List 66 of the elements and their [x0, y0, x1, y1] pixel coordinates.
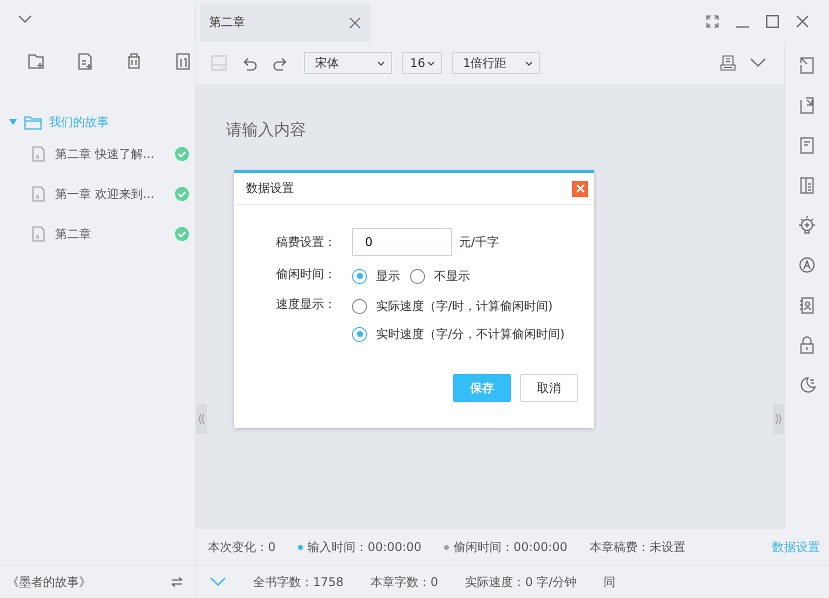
radio-button[interactable]: [352, 326, 367, 342]
unit-label: 元/千字: [459, 234, 500, 250]
lock-icon[interactable]: [798, 336, 816, 354]
document-icon: [32, 226, 45, 242]
dialog-title: 数据设置: [246, 180, 294, 197]
cancel-button[interactable]: 取消: [520, 374, 578, 402]
import-icon[interactable]: [798, 96, 816, 114]
new-file-icon[interactable]: [76, 52, 94, 70]
close-icon: [576, 184, 584, 193]
chevron-down-icon[interactable]: [17, 14, 33, 24]
undo-icon[interactable]: [242, 55, 258, 71]
maximize-icon[interactable]: [766, 14, 779, 28]
new-folder-icon[interactable]: [27, 52, 45, 70]
folder-label: 我们的故事: [49, 114, 109, 130]
radio-option[interactable]: 显示: [352, 266, 400, 286]
spacing-dropdown[interactable]: 1倍行距: [452, 52, 540, 74]
outline-icon[interactable]: [798, 176, 816, 194]
fullscreen-icon[interactable]: [706, 14, 719, 28]
redo-icon[interactable]: [272, 55, 288, 71]
night-mode-icon[interactable]: [798, 376, 816, 394]
fee-input[interactable]: 0: [352, 228, 452, 256]
trash-icon[interactable]: [125, 52, 143, 70]
close-button[interactable]: [572, 180, 588, 196]
status-text: 偷闲时间：00:00:00: [454, 538, 568, 556]
caret-icon: [427, 60, 435, 66]
document-icon: [32, 146, 45, 162]
radio-option[interactable]: 不显示: [410, 266, 470, 286]
editor-area[interactable]: 请输入内容 数据设置 稿费设置： 0 元/千字 偷闲时间： 显示 不显示 速度显示： 实际速度（字/时，计算偷闲时间) 实时速度（字/分，不计算偷闲时间) 保存 取消: [196, 84, 784, 529]
idea-bulb-icon[interactable]: [798, 216, 816, 234]
size-dropdown[interactable]: 16: [402, 52, 442, 74]
document-tab[interactable]: 第二章: [200, 3, 371, 42]
status-text: 输入时间：00:00:00: [308, 538, 422, 556]
close-icon[interactable]: [796, 14, 809, 28]
chapter-item[interactable]: 第二章: [0, 214, 195, 254]
printer-icon[interactable]: [720, 55, 736, 71]
font-dropdown[interactable]: 宋体: [304, 52, 392, 74]
field-label: 速度显示：: [276, 296, 337, 313]
note-icon[interactable]: [798, 136, 816, 154]
contact-card-icon[interactable]: [798, 296, 816, 314]
chevron-down-icon[interactable]: [750, 58, 766, 68]
swap-icon[interactable]: [171, 577, 183, 587]
field-label: 偷闲时间：: [276, 266, 337, 283]
book-title[interactable]: 《墨者的故事》: [7, 574, 91, 590]
folder-icon: [24, 114, 42, 130]
caret-icon: [525, 60, 533, 66]
radio-button[interactable]: [352, 268, 367, 284]
editor-placeholder: 请输入内容: [225, 119, 307, 141]
status-text: 本章稿费：未设置: [589, 538, 686, 556]
status-text: 本次变化：0: [208, 538, 276, 556]
status-text: 全书字数：1758: [253, 574, 344, 590]
status-text: 同: [604, 574, 616, 590]
status-text: 实际速度：0 字/分钟: [465, 574, 577, 590]
status-text: 本章字数：0: [370, 574, 438, 590]
document-icon: [32, 186, 45, 202]
radio-option[interactable]: 实际速度（字/时，计算偷闲时间): [352, 296, 565, 316]
caret-icon: [377, 60, 385, 66]
chapter-item[interactable]: 第一章 欢迎来到...: [0, 174, 195, 214]
radio-button[interactable]: [352, 298, 367, 314]
close-icon[interactable]: [349, 16, 361, 28]
character-icon[interactable]: [798, 256, 816, 274]
radio-option[interactable]: 实时速度（字/分，不计算偷闲时间): [352, 324, 565, 344]
field-label: 稿费设置：: [276, 234, 337, 250]
export-icon[interactable]: [798, 56, 816, 74]
radio-button[interactable]: [410, 268, 425, 284]
sort-file-icon[interactable]: [174, 52, 192, 70]
chapter-item[interactable]: 第二章 快速了解...: [0, 134, 195, 174]
